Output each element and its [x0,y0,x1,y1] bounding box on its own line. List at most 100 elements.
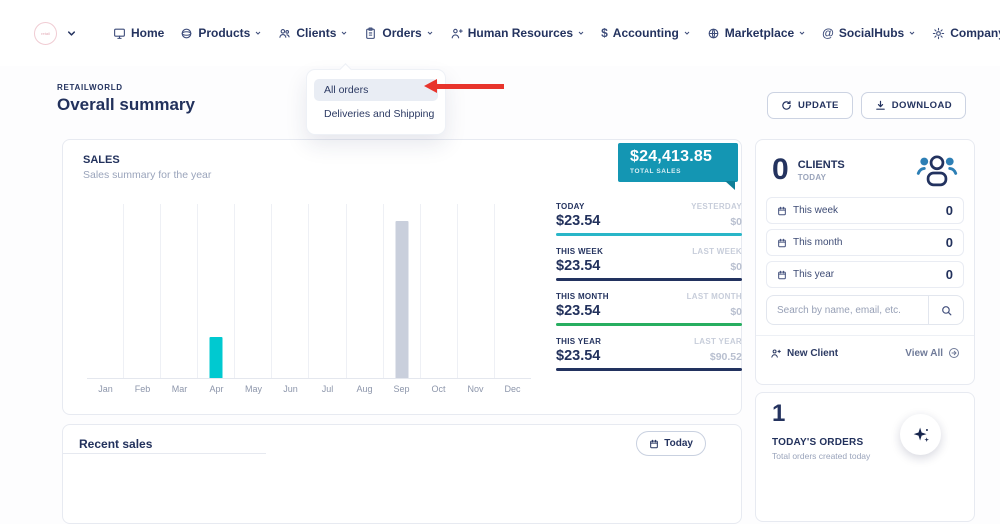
nav-item-company[interactable]: Company [932,26,1000,40]
nav-label: Orders [382,26,421,40]
nav-label: Products [198,26,250,40]
chart-slot [161,204,198,378]
download-button[interactable]: DOWNLOAD [861,92,966,119]
chart-slot [495,204,531,378]
chart-slot [309,204,346,378]
nav-item-accounting[interactable]: $ Accounting [601,26,691,40]
sales-card: SALES Sales summary for the year $24,413… [62,139,742,415]
stat-today: TODAYYESTERDAY $23.54$0 [556,202,742,236]
stat-value: $23.54 [556,348,600,364]
clients-count: 0 [772,156,789,185]
chart-slot [384,204,421,378]
view-all-label: View All [905,348,943,359]
download-icon [875,100,886,111]
nav-item-marketplace[interactable]: Marketplace [707,26,806,40]
chart-x-label: Jun [272,384,309,394]
chart-x-label: Nov [457,384,494,394]
chart-x-label: Dec [494,384,531,394]
chart-x-label: Mar [161,384,198,394]
clipboard-icon [364,27,377,40]
chart-x-label: Jan [87,384,124,394]
chart-x-label: May [235,384,272,394]
chart-slot [198,204,235,378]
view-all-link[interactable]: View All [905,347,960,359]
nav-item-products[interactable]: Products [180,26,262,40]
brand-chevron-down-icon[interactable] [66,28,77,39]
clients-row-this-year[interactable]: This year 0 [766,261,964,288]
stat-value: $23.54 [556,258,600,274]
clients-search-button[interactable] [928,295,964,325]
clients-search-input[interactable] [766,295,928,325]
clients-row-value: 0 [946,203,953,218]
chevron-down-icon [254,29,262,37]
update-button[interactable]: UPDATE [767,92,853,119]
nav-item-home[interactable]: Home [113,26,164,40]
annotation-arrow-shaft [435,84,504,89]
stat-compare-label: YESTERDAY [691,202,742,211]
total-sales-badge: $24,413.85 TOTAL SALES [618,143,738,182]
chart-slot [458,204,495,378]
chart-slot [272,204,309,378]
sphere-icon [180,27,193,40]
nav-label: Accounting [613,26,679,40]
chart-bar [210,337,223,378]
chart-x-label: Aug [346,384,383,394]
nav-item-clients[interactable]: Clients [278,26,348,40]
chart-x-label: Feb [124,384,161,394]
update-button-label: UPDATE [798,100,839,111]
brand-logo: retail [34,22,57,45]
chevron-down-icon [340,29,348,37]
nav-item-orders[interactable]: Orders [364,26,433,40]
chart-slot [124,204,161,378]
stat-label: TODAY [556,202,585,211]
calendar-icon [777,270,787,280]
nav-item-human-resources[interactable]: Human Resources [450,26,585,40]
stat-value: $23.54 [556,213,600,229]
brand[interactable]: retail [34,22,77,45]
top-navbar: retail Home Products Clients Orders Huma… [0,0,1000,66]
clients-row-this-week[interactable]: This week 0 [766,197,964,224]
today-filter-button[interactable]: Today [636,431,706,456]
stat-label: THIS WEEK [556,247,603,256]
sparkle-assistant-button[interactable] [900,414,941,455]
main-nav: Home Products Clients Orders Human Resou… [113,26,1000,40]
clients-row-this-month[interactable]: This month 0 [766,229,964,256]
nav-item-socialhubs[interactable]: @ SocialHubs [822,26,916,40]
sales-chart-plot [87,204,531,379]
sales-card-title: SALES [83,154,120,166]
total-sales-label: TOTAL SALES [630,168,726,175]
stat-this-month: THIS MONTHLAST MONTH $23.54$0 [556,292,742,326]
new-client-link[interactable]: New Client [770,348,838,359]
recent-sales-title: Recent sales [79,437,152,451]
download-button-label: DOWNLOAD [892,100,952,111]
stat-compare-value: $0 [730,261,742,273]
chart-slot [347,204,384,378]
annotation-arrow [424,79,504,93]
clients-row-label: This month [793,237,842,248]
clients-row-value: 0 [946,267,953,282]
stat-compare-value: $90.52 [710,351,742,363]
menu-item-all-orders[interactable]: All orders [314,79,438,101]
recent-sales-card: Recent sales Today [62,424,742,524]
people-icon [278,27,291,40]
clients-title: CLIENTS [798,159,845,171]
chart-slot [87,204,124,378]
person-plus-icon [450,27,463,40]
chevron-down-icon [577,29,585,37]
stat-compare-label: LAST MONTH [687,292,742,301]
todays-orders-subtitle: Total orders created today [772,451,958,461]
monitor-icon [113,27,126,40]
chart-x-label: Sep [383,384,420,394]
stat-underline [556,233,742,236]
chevron-down-icon [426,29,434,37]
chart-slot [235,204,272,378]
clients-rows: This week 0 This month 0 This year 0 [756,193,974,288]
clients-subtitle: TODAY [798,173,845,182]
today-filter-label: Today [664,438,693,449]
menu-item-deliveries-and-shipping[interactable]: Deliveries and Shipping [314,103,438,125]
stat-compare-value: $0 [730,306,742,318]
chart-x-label: Oct [420,384,457,394]
sales-chart-xlabels: JanFebMarAprMayJunJulAugSepOctNovDec [87,384,531,394]
clients-card: 0 CLIENTS TODAY This week 0 This month 0 [755,139,975,385]
globe-icon [707,27,720,40]
